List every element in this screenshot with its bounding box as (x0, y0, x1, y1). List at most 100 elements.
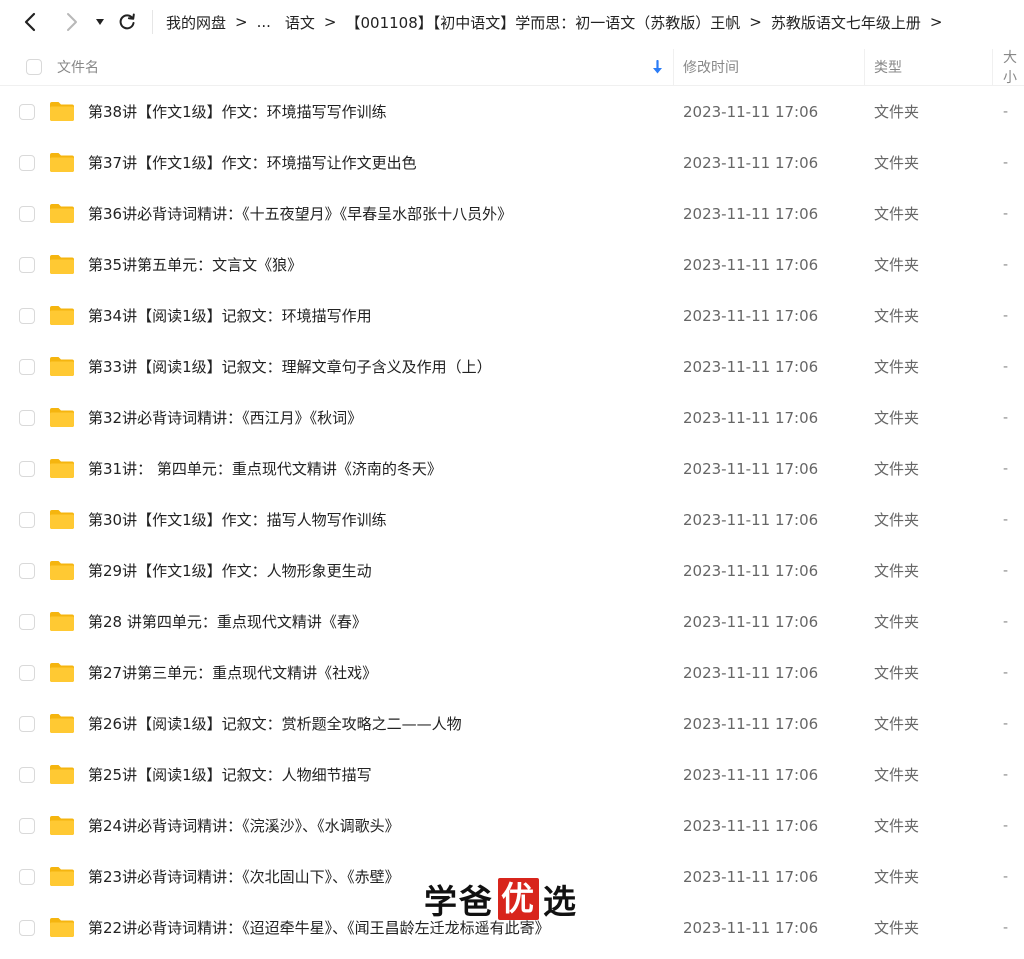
file-modified-time: 2023-11-11 17:06 (683, 358, 819, 376)
column-header-name[interactable]: 文件名 (57, 49, 99, 85)
file-name[interactable]: 第36讲必背诗词精讲：《十五夜望月》《早春呈水部张十八员外》 (88, 189, 512, 240)
file-size: - (1003, 563, 1009, 579)
folder-icon (49, 457, 75, 479)
chevron-right-icon (67, 13, 77, 31)
file-row[interactable]: 第36讲必背诗词精讲：《十五夜望月》《早春呈水部张十八员外》 2023-11-11… (0, 189, 1024, 240)
file-size: - (1003, 359, 1009, 375)
breadcrumb-item-root[interactable]: 我的网盘 (166, 12, 226, 33)
folder-icon (49, 916, 75, 938)
breadcrumb-separator: > (323, 13, 337, 31)
breadcrumb-separator: > (929, 13, 943, 31)
file-type: 文件夹 (874, 919, 920, 937)
file-row[interactable]: 第35讲第五单元：文言文《狼》 2023-11-11 17:06 文件夹 - (0, 240, 1024, 291)
file-row[interactable]: 第29讲【作文1级】作文：人物形象更生动 2023-11-11 17:06 文件夹 - (0, 546, 1024, 597)
file-name[interactable]: 第28 讲第四单元：重点现代文精讲《春》 (88, 597, 367, 648)
file-list: 第38讲【作文1级】作文：环境描写写作训练 2023-11-11 17:06 文件夹… (0, 87, 1024, 954)
breadcrumb-item-course[interactable]: 【001108】【初中语文】学而思：初一语文（苏教版）王帆 (346, 12, 741, 33)
breadcrumb-item-current[interactable]: 苏教版语文七年级上册 (771, 12, 921, 33)
file-type: 文件夹 (874, 664, 920, 682)
row-checkbox[interactable] (19, 869, 35, 885)
file-row[interactable]: 第34讲【阅读1级】记叙文：环境描写作用 2023-11-11 17:06 文件夹 - (0, 291, 1024, 342)
file-type: 文件夹 (874, 868, 920, 886)
file-type: 文件夹 (874, 766, 920, 784)
breadcrumb-separator: > (235, 13, 248, 31)
file-modified-time: 2023-11-11 17:06 (683, 511, 819, 529)
column-divider (992, 49, 993, 86)
file-modified-time: 2023-11-11 17:06 (683, 715, 819, 733)
file-name[interactable]: 第38讲【作文1级】作文：环境描写写作训练 (88, 87, 387, 138)
row-checkbox[interactable] (19, 920, 35, 936)
file-row[interactable]: 第33讲【阅读1级】记叙文：理解文章句子含义及作用（上） 2023-11-11 1… (0, 342, 1024, 393)
file-name[interactable]: 第26讲【阅读1级】记叙文：赏析题全攻略之二——人物 (88, 699, 462, 750)
row-checkbox[interactable] (19, 461, 35, 477)
file-size: - (1003, 920, 1009, 936)
file-name[interactable]: 第27讲第三单元：重点现代文精讲《社戏》 (88, 648, 377, 699)
file-type: 文件夹 (874, 154, 920, 172)
folder-icon (49, 100, 75, 122)
file-type: 文件夹 (874, 562, 920, 580)
column-header-size[interactable]: 大小 (1003, 49, 1024, 86)
select-all-cell (26, 59, 42, 75)
file-row[interactable]: 第26讲【阅读1级】记叙文：赏析题全攻略之二——人物 2023-11-11 17:… (0, 699, 1024, 750)
file-row[interactable]: 第24讲必背诗词精讲：《浣溪沙》、《水调歌头》 2023-11-11 17:06 文… (0, 801, 1024, 852)
file-modified-time: 2023-11-11 17:06 (683, 205, 819, 223)
file-name[interactable]: 第23讲必背诗词精讲：《次北固山下》、《赤壁》 (88, 852, 400, 903)
row-checkbox[interactable] (19, 308, 35, 324)
column-header-type[interactable]: 类型 (874, 49, 902, 85)
file-type: 文件夹 (874, 817, 920, 835)
file-name[interactable]: 第37讲【作文1级】作文：环境描写让作文更出色 (88, 138, 417, 189)
sort-desc-icon[interactable] (652, 49, 663, 85)
row-checkbox[interactable] (19, 359, 35, 375)
nav-divider (152, 10, 153, 34)
file-row[interactable]: 第30讲【作文1级】作文：描写人物写作训练 2023-11-11 17:06 文件夹… (0, 495, 1024, 546)
row-checkbox[interactable] (19, 665, 35, 681)
file-row[interactable]: 第32讲必背诗词精讲：《西江月》《秋词》 2023-11-11 17:06 文件夹 - (0, 393, 1024, 444)
file-row[interactable]: 第37讲【作文1级】作文：环境描写让作文更出色 2023-11-11 17:06 文… (0, 138, 1024, 189)
forward-button[interactable] (56, 7, 86, 37)
row-checkbox[interactable] (19, 410, 35, 426)
file-modified-time: 2023-11-11 17:06 (683, 919, 819, 937)
breadcrumb-item-chinese[interactable]: 语文 (285, 12, 315, 33)
chevron-left-icon (24, 12, 36, 32)
file-size: - (1003, 155, 1009, 171)
file-name[interactable]: 第31讲： 第四单元：重点现代文精讲《济南的冬天》 (88, 444, 442, 495)
file-name[interactable]: 第29讲【作文1级】作文：人物形象更生动 (88, 546, 372, 597)
file-row[interactable]: 第28 讲第四单元：重点现代文精讲《春》 2023-11-11 17:06 文件夹 - (0, 597, 1024, 648)
select-all-checkbox[interactable] (26, 59, 42, 75)
row-checkbox[interactable] (19, 716, 35, 732)
file-name[interactable]: 第35讲第五单元：文言文《狼》 (88, 240, 302, 291)
refresh-button[interactable] (112, 7, 142, 37)
file-name[interactable]: 第32讲必背诗词精讲：《西江月》《秋词》 (88, 393, 362, 444)
file-row[interactable]: 第27讲第三单元：重点现代文精讲《社戏》 2023-11-11 17:06 文件夹 - (0, 648, 1024, 699)
row-checkbox[interactable] (19, 257, 35, 273)
file-row[interactable]: 第25讲【阅读1级】记叙文：人物细节描写 2023-11-11 17:06 文件夹 - (0, 750, 1024, 801)
breadcrumb-item-collapsed[interactable]: ... (257, 13, 271, 31)
history-dropdown-button[interactable] (88, 7, 112, 37)
folder-icon (49, 151, 75, 173)
row-checkbox[interactable] (19, 155, 35, 171)
column-divider (673, 49, 674, 86)
file-name[interactable]: 第33讲【阅读1级】记叙文：理解文章句子含义及作用（上） (88, 342, 492, 393)
back-button[interactable] (16, 7, 46, 37)
row-checkbox[interactable] (19, 104, 35, 120)
file-name[interactable]: 第30讲【作文1级】作文：描写人物写作训练 (88, 495, 387, 546)
row-checkbox[interactable] (19, 563, 35, 579)
row-checkbox[interactable] (19, 614, 35, 630)
row-checkbox[interactable] (19, 767, 35, 783)
row-checkbox[interactable] (19, 512, 35, 528)
file-modified-time: 2023-11-11 17:06 (683, 613, 819, 631)
caret-down-icon (96, 19, 104, 25)
row-checkbox[interactable] (19, 818, 35, 834)
file-size: - (1003, 206, 1009, 222)
column-header-modified[interactable]: 修改时间 (683, 49, 739, 85)
row-checkbox[interactable] (19, 206, 35, 222)
folder-icon (49, 406, 75, 428)
file-name[interactable]: 第25讲【阅读1级】记叙文：人物细节描写 (88, 750, 372, 801)
file-row[interactable]: 第31讲： 第四单元：重点现代文精讲《济南的冬天》 2023-11-11 17:0… (0, 444, 1024, 495)
folder-icon (49, 559, 75, 581)
folder-icon (49, 712, 75, 734)
file-row[interactable]: 第38讲【作文1级】作文：环境描写写作训练 2023-11-11 17:06 文件夹… (0, 87, 1024, 138)
file-size: - (1003, 869, 1009, 885)
file-name[interactable]: 第34讲【阅读1级】记叙文：环境描写作用 (88, 291, 372, 342)
file-name[interactable]: 第24讲必背诗词精讲：《浣溪沙》、《水调歌头》 (88, 801, 400, 852)
